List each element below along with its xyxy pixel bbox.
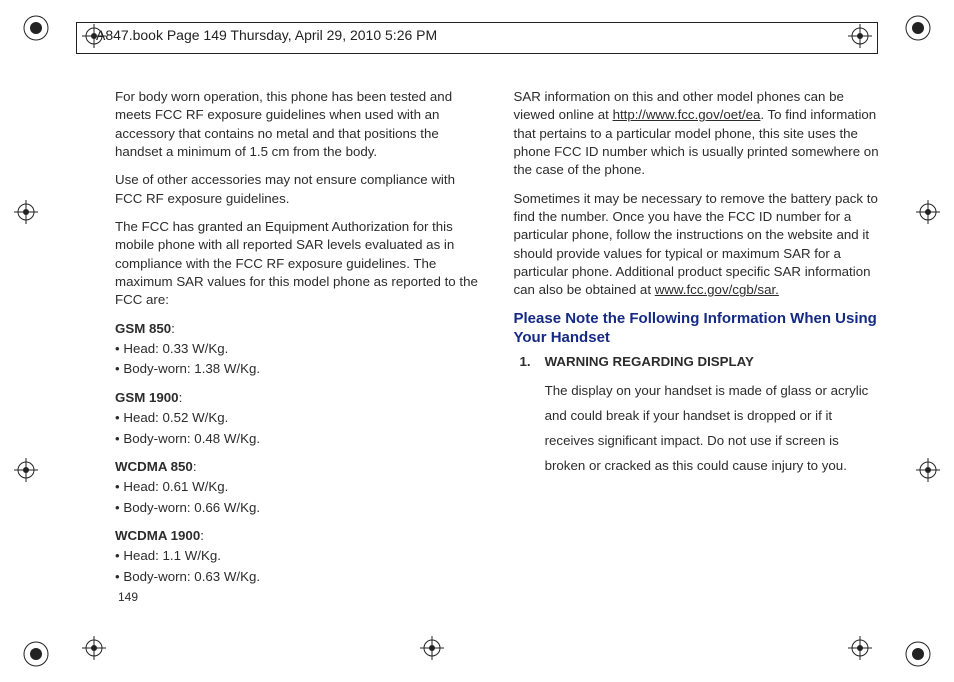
body-paragraph: Sometimes it may be necessary to remove …: [514, 190, 883, 300]
sar-value: • Head: 0.61 W/Kg.: [115, 478, 484, 496]
sar-value: • Head: 0.33 W/Kg.: [115, 340, 484, 358]
fcc-oet-link[interactable]: http://www.fcc.gov/oet/ea: [613, 107, 761, 122]
body-paragraph: Use of other accessories may not ensure …: [115, 171, 484, 208]
registration-mark-icon: [848, 636, 872, 660]
numbered-item: 1. WARNING REGARDING DISPLAY The display…: [520, 353, 883, 478]
registration-mark-icon: [916, 200, 940, 224]
registration-mark-icon: [14, 458, 38, 482]
registration-mark-icon: [420, 636, 444, 660]
body-paragraph: The FCC has granted an Equipment Authori…: [115, 218, 484, 310]
registration-mark-icon: [904, 14, 932, 42]
registration-mark-icon: [82, 636, 106, 660]
page-body: For body worn operation, this phone has …: [115, 88, 882, 592]
registration-mark-icon: [14, 200, 38, 224]
sar-value: • Body-worn: 0.48 W/Kg.: [115, 430, 484, 448]
crop-header-text: A847.book Page 149 Thursday, April 29, 2…: [96, 27, 437, 43]
fcc-sar-link[interactable]: www.fcc.gov/cgb/sar.: [655, 282, 779, 297]
registration-mark-icon: [22, 640, 50, 668]
registration-mark-icon: [916, 458, 940, 482]
sar-value: • Head: 1.1 W/Kg.: [115, 547, 484, 565]
item-number: 1.: [520, 353, 531, 478]
warning-heading: WARNING REGARDING DISPLAY: [545, 353, 882, 371]
sar-value: • Head: 0.52 W/Kg.: [115, 409, 484, 427]
registration-mark-icon: [22, 14, 50, 42]
registration-mark-icon: [848, 24, 872, 48]
warning-body: The display on your handset is made of g…: [545, 383, 869, 474]
registration-mark-icon: [904, 640, 932, 668]
section-heading: Please Note the Following Information Wh…: [514, 310, 883, 348]
sar-value: • Body-worn: 0.66 W/Kg.: [115, 499, 484, 517]
sar-band-label: WCDMA 850:: [115, 458, 484, 476]
sar-value: • Body-worn: 0.63 W/Kg.: [115, 568, 484, 586]
sar-value: • Body-worn: 1.38 W/Kg.: [115, 360, 484, 378]
sar-band-label: GSM 1900:: [115, 389, 484, 407]
body-paragraph: SAR information on this and other model …: [514, 88, 883, 180]
registration-mark-icon: [82, 24, 106, 48]
page-number: 149: [118, 590, 138, 604]
body-paragraph: For body worn operation, this phone has …: [115, 88, 484, 161]
sar-band-label: WCDMA 1900:: [115, 527, 484, 545]
sar-band-label: GSM 850:: [115, 320, 484, 338]
